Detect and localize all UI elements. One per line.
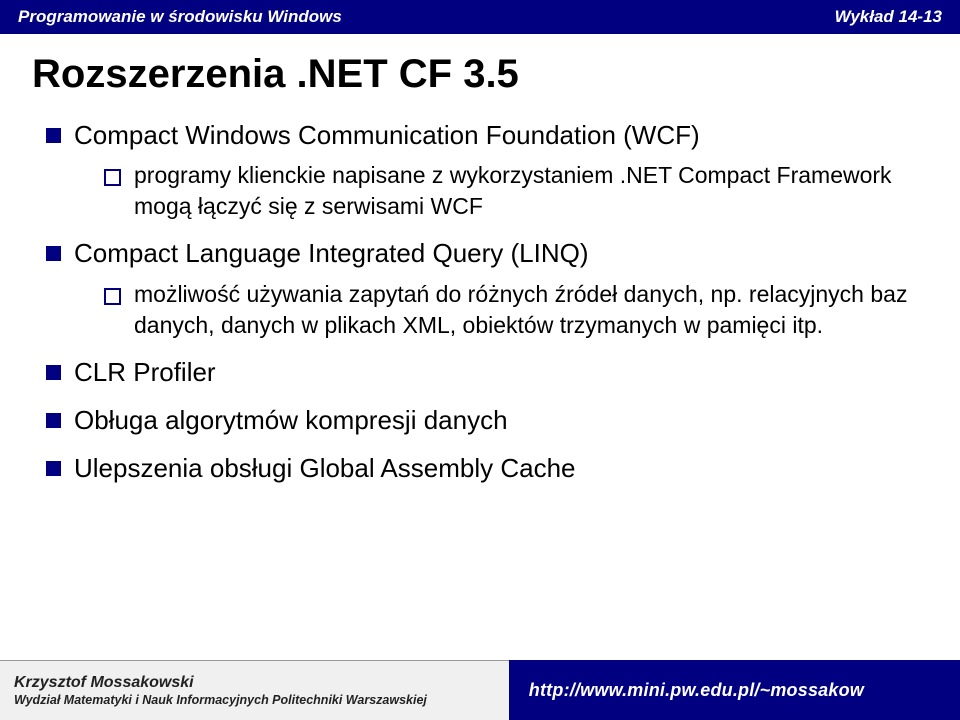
footer-url: http://www.mini.pw.edu.pl/~mossakow <box>529 680 864 701</box>
header-lecture-number: Wykład 14-13 <box>835 7 942 27</box>
header-course-title: Programowanie w środowisku Windows <box>18 7 342 27</box>
footer-right: http://www.mini.pw.edu.pl/~mossakow <box>509 660 960 720</box>
slide: Programowanie w środowisku Windows Wykła… <box>0 0 960 720</box>
bullet-text: Obługa algorytmów kompresji danych <box>74 405 508 435</box>
sub-bullet-item: programy klienckie napisane z wykorzysta… <box>98 160 918 222</box>
bullet-item: Obługa algorytmów kompresji danych <box>42 403 918 437</box>
bullet-text: Compact Language Integrated Query (LINQ) <box>74 238 589 268</box>
slide-content: Compact Windows Communication Foundation… <box>42 118 918 500</box>
header-bar: Programowanie w środowisku Windows Wykła… <box>0 0 960 34</box>
footer-author: Krzysztof Mossakowski <box>14 673 495 692</box>
bullet-item: Compact Language Integrated Query (LINQ)… <box>42 236 918 340</box>
bullet-item: Compact Windows Communication Foundation… <box>42 118 918 222</box>
bullet-text: Compact Windows Communication Foundation… <box>74 120 700 150</box>
footer-department: Wydział Matematyki i Nauk Informacyjnych… <box>14 692 495 708</box>
footer-bar: Krzysztof Mossakowski Wydział Matematyki… <box>0 660 960 720</box>
sub-bullet-text: programy klienckie napisane z wykorzysta… <box>134 162 892 219</box>
bullet-item: CLR Profiler <box>42 355 918 389</box>
slide-title: Rozszerzenia .NET CF 3.5 <box>32 52 519 97</box>
bullet-text: CLR Profiler <box>74 357 216 387</box>
sub-bullet-item: możliwość używania zapytań do różnych źr… <box>98 279 918 341</box>
sub-bullet-text: możliwość używania zapytań do różnych źr… <box>134 281 907 338</box>
bullet-item: Ulepszenia obsługi Global Assembly Cache <box>42 451 918 485</box>
footer-left: Krzysztof Mossakowski Wydział Matematyki… <box>0 660 509 720</box>
bullet-text: Ulepszenia obsługi Global Assembly Cache <box>74 453 576 483</box>
